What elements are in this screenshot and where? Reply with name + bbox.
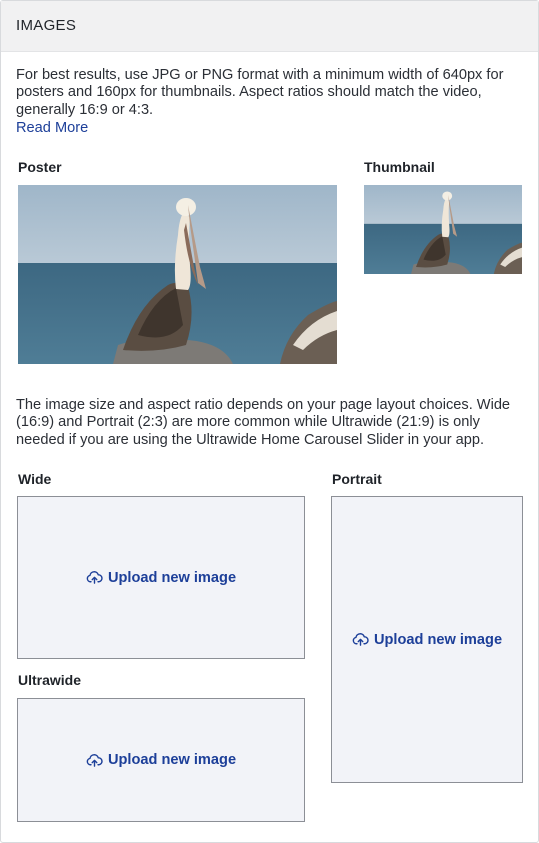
- portrait-upload-dropzone[interactable]: Upload new image: [331, 496, 523, 783]
- panel-header: IMAGES: [1, 1, 538, 52]
- panel-title: IMAGES: [16, 17, 77, 34]
- layout-note-text: The image size and aspect ratio depends …: [16, 397, 511, 448]
- upload-cloud-icon: [86, 571, 103, 584]
- ultrawide-upload-label: Upload new image: [107, 752, 237, 768]
- wide-upload-dropzone[interactable]: Upload new image: [17, 496, 305, 659]
- poster-image[interactable]: [18, 185, 337, 364]
- thumbnail-image[interactable]: [364, 185, 522, 274]
- upload-cloud-icon: [86, 753, 103, 767]
- portrait-upload-label: Upload new image: [373, 631, 503, 648]
- portrait-upload-button[interactable]: Upload new image: [352, 631, 502, 648]
- intro-text: For best results, use JPG or PNG format …: [16, 67, 504, 118]
- poster-label: Poster: [18, 159, 62, 175]
- wide-upload-button[interactable]: Upload new image: [86, 569, 236, 586]
- pelican-photo-thumb: [364, 185, 522, 274]
- ultrawide-label: Ultrawide: [18, 672, 82, 688]
- portrait-label: Portrait: [332, 471, 382, 487]
- upload-cloud-icon: [352, 633, 369, 646]
- ultrawide-upload-dropzone[interactable]: Upload new image: [17, 698, 305, 822]
- ultrawide-upload-button[interactable]: Upload new image: [86, 752, 236, 769]
- wide-label: Wide: [18, 471, 52, 487]
- thumbnail-label: Thumbnail: [364, 159, 435, 175]
- images-panel: IMAGES For best results, use JPG or PNG …: [0, 0, 539, 843]
- wide-upload-label: Upload new image: [107, 569, 237, 586]
- pelican-photo: [18, 185, 337, 364]
- read-more-link[interactable]: Read More: [16, 120, 88, 136]
